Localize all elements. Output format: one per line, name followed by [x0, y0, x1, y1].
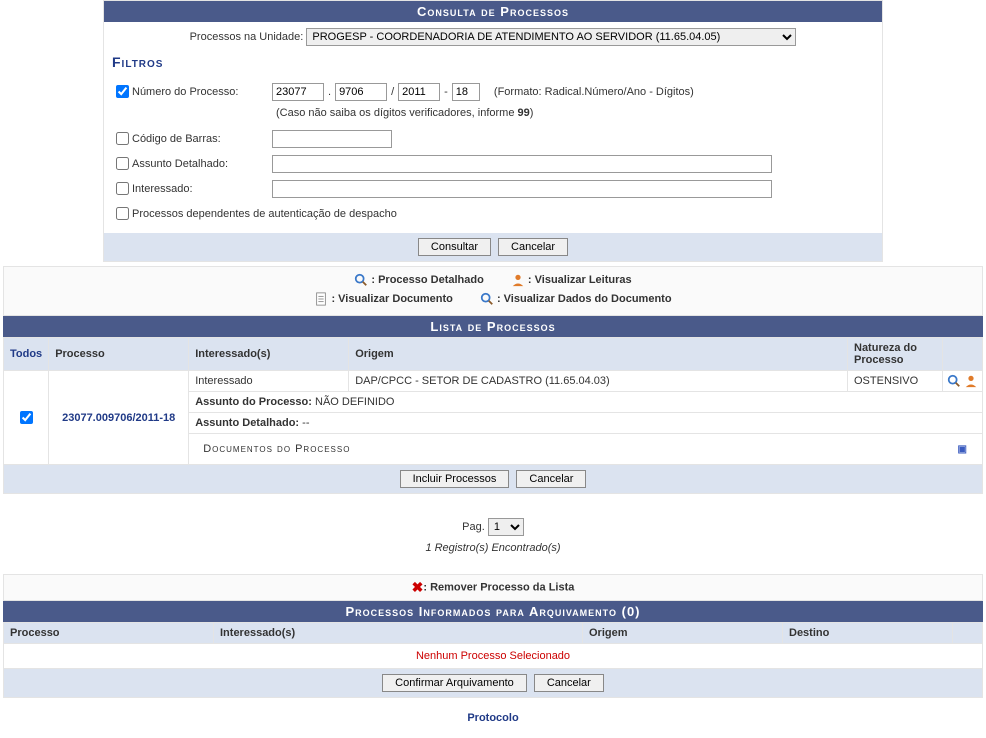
assunto-processo-label: Assunto do Processo: — [195, 396, 312, 408]
cancelar-button-2[interactable]: Cancelar — [516, 470, 586, 488]
interessado-checkbox[interactable] — [116, 182, 129, 195]
assunto-detalhado-checkbox[interactable] — [116, 157, 129, 170]
legend-processo-detalhado: : Processo Detalhado — [371, 274, 483, 286]
col-processo: Processo — [49, 338, 189, 371]
col-natureza: Natureza do Processo — [848, 338, 943, 371]
pager-select[interactable]: 1 — [488, 518, 524, 536]
records-found: 1 Registro(s) Encontrado(s) — [0, 542, 986, 554]
radical-input[interactable] — [272, 83, 324, 101]
incluir-processos-button[interactable]: Incluir Processos — [400, 470, 510, 488]
protocolo-link[interactable]: Protocolo — [0, 712, 986, 724]
interessado-input[interactable] — [272, 180, 772, 198]
col-interessados: Interessado(s) — [189, 338, 349, 371]
codigo-barras-checkbox[interactable] — [116, 132, 129, 145]
assunto-detalhado-row-value: -- — [302, 417, 309, 429]
col-origem: Origem — [349, 338, 848, 371]
lista-title: Lista de Processos — [3, 316, 983, 337]
codigo-barras-label: Código de Barras: — [132, 133, 272, 145]
confirmar-arquivamento-button[interactable]: Confirmar Arquivamento — [382, 674, 527, 692]
legend-visualizar-leituras: : Visualizar Leituras — [528, 274, 632, 286]
dependentes-label: Processos dependentes de autenticação de… — [132, 208, 397, 220]
document-icon — [314, 292, 328, 306]
legend-visualizar-documento: : Visualizar Documento — [331, 293, 452, 305]
row-interessado: Interessado — [189, 371, 349, 392]
unit-select[interactable]: PROGESP - COORDENADORIA DE ATENDIMENTO A… — [306, 28, 796, 46]
legend-remover: : Remover Processo da Lista — [423, 581, 574, 593]
numero-input[interactable] — [335, 83, 387, 101]
pager-label: Pag. — [462, 521, 485, 533]
arq-col-interessados: Interessado(s) — [214, 623, 583, 644]
cancelar-button-3[interactable]: Cancelar — [534, 674, 604, 692]
arq-col-destino: Destino — [783, 623, 953, 644]
assunto-detalhado-input[interactable] — [272, 155, 772, 173]
documentos-processo-title: Documentos do Processo — [203, 443, 350, 455]
row-natureza: OSTENSIVO — [848, 371, 943, 392]
assunto-processo-value: NÃO DEFINIDO — [315, 396, 394, 408]
digitos-input[interactable] — [452, 83, 480, 101]
dependentes-checkbox[interactable] — [116, 207, 129, 220]
nenhum-selecionado: Nenhum Processo Selecionado — [4, 644, 983, 669]
interessado-label: Interessado: — [132, 183, 272, 195]
numero-processo-label: Número do Processo: — [132, 86, 272, 98]
cancelar-button[interactable]: Cancelar — [498, 238, 568, 256]
magnifier-icon — [354, 273, 368, 287]
legend-visualizar-dados-documento: : Visualizar Dados do Documento — [497, 293, 672, 305]
magnifier-icon[interactable] — [947, 374, 961, 388]
magnifier-icon — [480, 292, 494, 306]
digitos-hint: (Caso não saiba os dígitos verificadores… — [276, 107, 533, 119]
assunto-detalhado-row-label: Assunto Detalhado: — [195, 417, 299, 429]
user-icon — [511, 273, 525, 287]
unit-label: Processos na Unidade: — [190, 31, 304, 43]
todos-link[interactable]: Todos — [10, 348, 42, 360]
consultar-button[interactable]: Consultar — [418, 238, 491, 256]
row-origem: DAP/CPCC - SETOR DE CADASTRO (11.65.04.0… — [349, 371, 848, 392]
arq-col-origem: Origem — [583, 623, 783, 644]
remove-icon: ✖ — [412, 579, 424, 595]
codigo-barras-input[interactable] — [272, 130, 392, 148]
assunto-detalhado-label: Assunto Detalhado: — [132, 158, 272, 170]
formato-hint: (Formato: Radical.Número/Ano - Dígitos) — [494, 86, 694, 98]
page-title: Consulta de Processos — [104, 1, 882, 22]
arquivamento-title: Processos Informados para Arquivamento (… — [3, 601, 983, 622]
processo-link[interactable]: 23077.009706/2011-18 — [62, 412, 175, 424]
numero-processo-checkbox[interactable] — [116, 85, 129, 98]
table-row: 23077.009706/2011-18 Interessado DAP/CPC… — [4, 371, 983, 392]
filters-title: Filtros — [104, 52, 882, 72]
row-checkbox[interactable] — [20, 411, 33, 424]
ano-input[interactable] — [398, 83, 440, 101]
user-icon[interactable] — [964, 374, 978, 388]
arq-col-processo: Processo — [4, 623, 214, 644]
expand-icon[interactable]: ▣ — [958, 444, 968, 455]
